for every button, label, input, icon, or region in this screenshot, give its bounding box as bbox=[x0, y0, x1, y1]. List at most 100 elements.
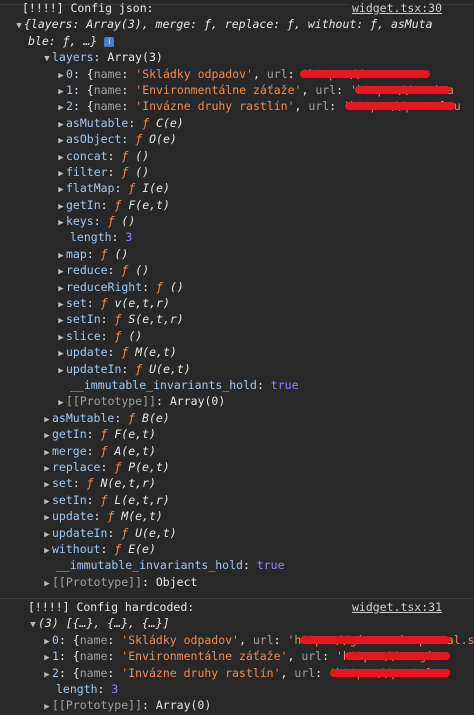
collapsed-arrow-icon[interactable]: ▶ bbox=[56, 363, 66, 377]
function-signature: F(e,t) bbox=[128, 197, 170, 212]
method-row[interactable]: ▶ without: ƒ E(e) bbox=[0, 541, 474, 557]
collapsed-arrow-icon[interactable]: ▶ bbox=[56, 395, 66, 409]
collapsed-arrow-icon[interactable]: ▶ bbox=[56, 150, 66, 164]
collapsed-arrow-icon[interactable]: ▶ bbox=[56, 281, 66, 295]
collapsed-arrow-icon[interactable]: ▶ bbox=[56, 68, 66, 82]
expanded-arrow-icon[interactable]: ▼ bbox=[42, 51, 52, 65]
item-name-key: name bbox=[93, 66, 122, 81]
collapsed-arrow-icon[interactable]: ▶ bbox=[56, 117, 66, 131]
item-index: 2 bbox=[66, 99, 73, 114]
expanded-arrow-icon[interactable]: ▼ bbox=[28, 617, 38, 631]
collapsed-arrow-icon[interactable]: ▶ bbox=[42, 543, 52, 557]
function-signature: () bbox=[135, 148, 150, 163]
method-row[interactable]: ▶ reduceRight: ƒ () bbox=[0, 279, 474, 295]
tree-row-prototype[interactable]: ▶ [[Prototype]]: Object bbox=[0, 574, 474, 590]
collapsed-arrow-icon[interactable]: ▶ bbox=[42, 699, 52, 713]
method-row[interactable]: ▶ setIn: ƒ L(e,t,r) bbox=[0, 492, 474, 508]
collapsed-arrow-icon[interactable]: ▶ bbox=[56, 346, 66, 360]
function-icon: ƒ bbox=[100, 246, 115, 261]
collapsed-arrow-icon[interactable]: ▶ bbox=[42, 527, 52, 541]
prop-value: Array(0) bbox=[155, 698, 212, 713]
method-row[interactable]: ▶ replace: ƒ P(e,t) bbox=[0, 459, 474, 475]
collapsed-arrow-icon[interactable]: ▶ bbox=[42, 428, 52, 442]
collapsed-arrow-icon[interactable]: ▶ bbox=[42, 650, 52, 664]
array-item-row[interactable]: ▶ 1: {name: 'Environmentálne záťaže', url… bbox=[0, 648, 474, 664]
method-row[interactable]: ▶ getIn: ƒ F(e,t) bbox=[0, 426, 474, 442]
item-name-value: 'Environmentálne záťaže' bbox=[121, 649, 288, 664]
method-row[interactable]: ▶ getIn: ƒ F(e,t) bbox=[0, 197, 474, 213]
object-summary-row[interactable]: ▼ {layers: Array(3), merge: ƒ, replace: ƒ… bbox=[0, 16, 474, 32]
item-url-key: url bbox=[315, 82, 337, 97]
source-link[interactable]: widget.tsx:31 bbox=[347, 599, 442, 616]
collapsed-arrow-icon[interactable]: ▶ bbox=[56, 100, 66, 114]
collapsed-arrow-icon[interactable]: ▶ bbox=[42, 510, 52, 524]
collapsed-arrow-icon[interactable]: ▶ bbox=[56, 264, 66, 278]
method-row[interactable]: ▶ updateIn: ƒ U(e,t) bbox=[0, 361, 474, 377]
collapsed-arrow-icon[interactable]: ▶ bbox=[42, 412, 52, 426]
info-icon[interactable]: i bbox=[104, 36, 115, 47]
method-row[interactable]: ▶ merge: ƒ A(e,t) bbox=[0, 443, 474, 459]
tree-row-prototype[interactable]: ▶ [[Prototype]]: Array(0) bbox=[0, 697, 474, 713]
collapsed-arrow-icon[interactable]: ▶ bbox=[42, 634, 52, 648]
item-name-key: name bbox=[93, 99, 122, 114]
prop-key: length bbox=[56, 681, 98, 696]
method-row[interactable]: ▶ set: ƒ v(e,t,r) bbox=[0, 295, 474, 311]
collapsed-arrow-icon[interactable]: ▶ bbox=[42, 667, 52, 681]
function-icon: ƒ bbox=[142, 115, 157, 130]
array-item-row[interactable]: ▶0: {name: 'Skládky odpadov', url: 'http… bbox=[0, 632, 474, 648]
method-row[interactable]: ▶ asObject: ƒ O(e) bbox=[0, 131, 474, 147]
array-item-row[interactable]: ▶ 2: {name: 'Invázne druhy rastlín', url:… bbox=[0, 98, 474, 114]
expanded-arrow-icon[interactable]: ▼ bbox=[14, 18, 24, 32]
array-item-row[interactable]: ▶ 2: {name: 'Invázne druhy rastlín', url:… bbox=[0, 665, 474, 681]
source-link[interactable]: widget.tsx:30 bbox=[347, 0, 442, 17]
collapsed-arrow-icon[interactable]: ▶ bbox=[56, 199, 66, 213]
redaction-mark bbox=[300, 69, 430, 78]
method-row[interactable]: ▶ concat: ƒ () bbox=[0, 148, 474, 164]
method-row[interactable]: ▶ keys: ƒ () bbox=[0, 213, 474, 229]
function-icon: ƒ bbox=[121, 164, 136, 179]
prop-key: __immutable_invariants_hold bbox=[70, 377, 257, 392]
collapsed-arrow-icon[interactable]: ▶ bbox=[56, 248, 66, 262]
method-row[interactable]: ▶ asMutable: ƒ C(e) bbox=[0, 115, 474, 131]
tree-row-layers[interactable]: ▼ layers: Array(3) bbox=[0, 49, 474, 65]
method-row[interactable]: ▶ filter: ƒ () bbox=[0, 164, 474, 180]
console-log-config-json: [!!!!] Config json: widget.tsx:30 ▼ {laye… bbox=[0, 0, 474, 590]
function-signature: F(e,t) bbox=[114, 427, 156, 442]
collapsed-arrow-icon[interactable]: ▶ bbox=[56, 133, 66, 147]
collapsed-arrow-icon[interactable]: ▶ bbox=[56, 215, 66, 229]
method-row[interactable]: ▶ update: ƒ M(e,t) bbox=[0, 508, 474, 524]
array-item-row[interactable]: ▶0: {name: 'Skládky odpadov', url: 'http… bbox=[0, 66, 474, 82]
prop-key: map bbox=[66, 246, 87, 261]
collapsed-arrow-icon[interactable]: ▶ bbox=[56, 330, 66, 344]
prop-key: merge bbox=[52, 443, 87, 458]
collapsed-arrow-icon[interactable]: ▶ bbox=[42, 576, 52, 590]
method-row[interactable]: ▶ setIn: ƒ S(e,t,r) bbox=[0, 311, 474, 327]
method-row[interactable]: ▶ reduce: ƒ () bbox=[0, 262, 474, 278]
collapsed-arrow-icon[interactable]: ▶ bbox=[56, 313, 66, 327]
collapsed-arrow-icon[interactable]: ▶ bbox=[56, 182, 66, 196]
collapsed-arrow-icon[interactable]: ▶ bbox=[42, 445, 52, 459]
method-row[interactable]: ▶ slice: ƒ () bbox=[0, 328, 474, 344]
function-signature: B(e) bbox=[142, 410, 170, 425]
array-summary-row[interactable]: ▼ (3) [{…}, {…}, {…}] bbox=[0, 615, 474, 631]
array-item-row[interactable]: ▶ 1: {name: 'Environmentálne záťaže', url… bbox=[0, 82, 474, 98]
collapsed-arrow-icon[interactable]: ▶ bbox=[42, 494, 52, 508]
function-signature: () bbox=[121, 214, 136, 229]
method-row[interactable]: ▶ flatMap: ƒ I(e) bbox=[0, 180, 474, 196]
method-row[interactable]: ▶ set: ƒ N(e,t,r) bbox=[0, 475, 474, 491]
function-signature: () bbox=[128, 328, 143, 343]
item-url-key: url bbox=[301, 649, 323, 664]
collapsed-arrow-icon[interactable]: ▶ bbox=[56, 166, 66, 180]
method-row[interactable]: ▶ updateIn: ƒ U(e,t) bbox=[0, 525, 474, 541]
collapsed-arrow-icon[interactable]: ▶ bbox=[42, 461, 52, 475]
tree-row-invariant: __immutable_invariants_hold: true bbox=[56, 558, 285, 573]
item-name-value: 'Skládky odpadov' bbox=[121, 632, 239, 647]
prop-key: [[Prototype]] bbox=[52, 574, 143, 589]
collapsed-arrow-icon[interactable]: ▶ bbox=[56, 84, 66, 98]
collapsed-arrow-icon[interactable]: ▶ bbox=[42, 477, 52, 491]
method-row[interactable]: ▶ asMutable: ƒ B(e) bbox=[0, 410, 474, 426]
collapsed-arrow-icon[interactable]: ▶ bbox=[56, 297, 66, 311]
tree-row-prototype[interactable]: ▶ [[Prototype]]: Array(0) bbox=[0, 393, 474, 409]
method-row[interactable]: ▶ map: ƒ () bbox=[0, 246, 474, 262]
method-row[interactable]: ▶ update: ƒ M(e,t) bbox=[0, 344, 474, 360]
